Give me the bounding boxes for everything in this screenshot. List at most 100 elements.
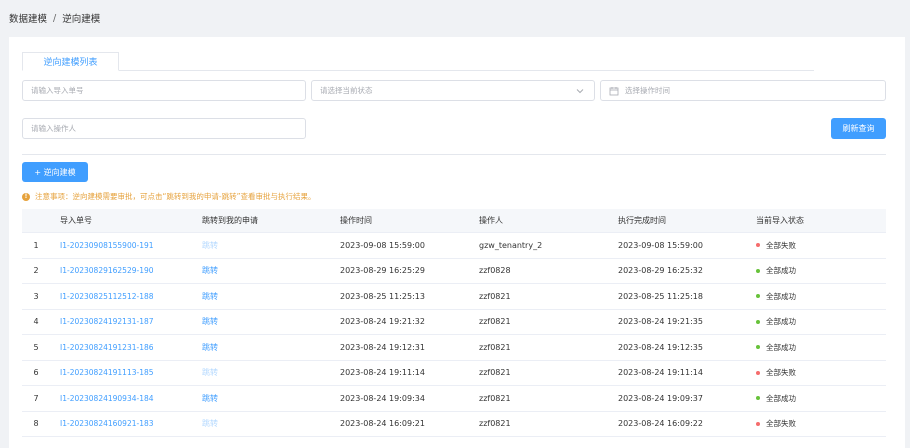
status-dot-icon xyxy=(756,396,760,401)
status-text: 全部成功 xyxy=(766,393,796,403)
row-index: 4 xyxy=(33,317,39,327)
col-jump: 跳转到我的申请 xyxy=(202,216,258,225)
import-no-link[interactable]: I1-20230824192131-187 xyxy=(60,310,154,335)
table-row: 1 I1-20230908155900-191 跳转 2023-09-08 15:59… xyxy=(22,233,886,259)
status-badge: 全部成功 xyxy=(756,259,796,284)
status-badge: 全部成功 xyxy=(756,284,796,309)
jump-link[interactable]: 跳转 xyxy=(202,284,218,309)
operation-time: 2023-08-29 16:25:29 xyxy=(340,266,425,276)
breadcrumb-parent[interactable]: 数据建模 xyxy=(9,11,47,25)
operator: zzf0821 xyxy=(479,342,511,352)
table-row: 2 I1-20230829162529-190 跳转 2023-08-29 16:25… xyxy=(22,259,886,284)
done-time: 2023-08-24 19:09:37 xyxy=(618,393,703,403)
notice-text: 注意事项：逆向建模需要审批，可点击“跳转到我的申请-跳转”查看审批与执行结果。 xyxy=(35,192,316,201)
operation-time: 2023-08-25 11:25:13 xyxy=(340,291,425,301)
operation-time: 2023-08-24 19:12:31 xyxy=(340,342,425,352)
status-badge: 全部成功 xyxy=(756,310,796,335)
table-body: 1 I1-20230908155900-191 跳转 2023-09-08 15:59… xyxy=(22,233,886,437)
status-placeholder: 请选择当前状态 xyxy=(320,86,373,95)
status-text: 全部失败 xyxy=(766,368,796,378)
row-index: 1 xyxy=(33,240,39,250)
status-badge: 全部成功 xyxy=(756,386,796,411)
table-row: 8 I1-20230824160921-183 跳转 2023-08-24 16:09… xyxy=(22,412,886,437)
operator-placeholder: 请输入操作人 xyxy=(31,124,76,133)
col-operation-time: 操作时间 xyxy=(340,216,372,225)
done-time: 2023-08-25 11:25:18 xyxy=(618,291,703,301)
operation-time: 2023-08-24 16:09:21 xyxy=(340,419,425,429)
done-time: 2023-08-24 19:21:35 xyxy=(618,317,703,327)
done-time: 2023-08-29 16:25:32 xyxy=(618,266,703,276)
operator-input[interactable]: 请输入操作人 xyxy=(22,118,306,139)
import-no-placeholder: 请输入导入单号 xyxy=(31,86,84,95)
status-dot-icon xyxy=(756,319,760,324)
import-no-link[interactable]: I1-20230824190934-184 xyxy=(60,386,154,411)
import-no-link[interactable]: I1-20230908155900-191 xyxy=(60,233,154,258)
import-no-input[interactable]: 请输入导入单号 xyxy=(22,80,306,101)
jump-link: 跳转 xyxy=(202,240,218,250)
status-dot-icon xyxy=(756,268,760,273)
jump-link: 跳转 xyxy=(202,419,218,429)
breadcrumb: 数据建模 / 逆向建模 xyxy=(9,11,101,26)
table-row: 3 I1-20230825112512-188 跳转 2023-08-25 11:25… xyxy=(22,284,886,310)
operator: zzf0821 xyxy=(479,419,511,429)
import-no-link[interactable]: I1-20230829162529-190 xyxy=(60,259,154,284)
jump-link[interactable]: 跳转 xyxy=(202,386,218,411)
done-time: 2023-09-08 15:59:00 xyxy=(618,240,703,250)
chevron-down-icon xyxy=(576,89,584,94)
done-time: 2023-08-24 16:09:22 xyxy=(618,419,703,429)
col-status: 当前导入状态 xyxy=(756,216,804,225)
row-index: 7 xyxy=(33,393,39,403)
row-index: 5 xyxy=(33,342,39,352)
operator: zzf0821 xyxy=(479,317,511,327)
operation-time-picker[interactable]: 选择操作时间 xyxy=(600,80,886,101)
tab-reverse-model-list[interactable]: 逆向建模列表 xyxy=(22,52,119,71)
time-placeholder: 选择操作时间 xyxy=(625,86,670,95)
operator: zzf0821 xyxy=(479,291,511,301)
operation-time: 2023-08-24 19:09:34 xyxy=(340,393,425,403)
status-dot-icon xyxy=(756,243,760,248)
operation-time: 2023-08-24 19:21:32 xyxy=(340,317,425,327)
status-badge: 全部失败 xyxy=(756,233,796,258)
operation-time: 2023-08-24 19:11:14 xyxy=(340,368,425,378)
row-index: 2 xyxy=(33,266,39,276)
table-header: 导入单号 跳转到我的申请 操作时间 操作人 执行完成时间 当前导入状态 xyxy=(22,209,886,233)
calendar-icon xyxy=(609,86,619,95)
status-badge: 全部失败 xyxy=(756,412,796,437)
row-index: 3 xyxy=(33,291,39,301)
status-text: 全部失败 xyxy=(766,419,796,429)
status-text: 全部失败 xyxy=(766,240,796,250)
operator: zzf0828 xyxy=(479,266,511,276)
import-table: 导入单号 跳转到我的申请 操作时间 操作人 执行完成时间 当前导入状态 1 I1-… xyxy=(22,209,886,437)
row-index: 6 xyxy=(33,368,39,378)
table-row: 7 I1-20230824190934-184 跳转 2023-08-24 19:09… xyxy=(22,386,886,412)
breadcrumb-current: 逆向建模 xyxy=(62,14,101,25)
operation-time: 2023-09-08 15:59:00 xyxy=(340,240,425,250)
import-no-link[interactable]: I1-20230824191231-186 xyxy=(60,335,154,360)
status-dot-icon xyxy=(756,421,760,426)
jump-link[interactable]: 跳转 xyxy=(202,335,218,360)
status-text: 全部成功 xyxy=(766,317,796,327)
col-import-no: 导入单号 xyxy=(60,216,92,225)
jump-link[interactable]: 跳转 xyxy=(202,310,218,335)
status-text: 全部成功 xyxy=(766,291,796,301)
operator: gzw_tenantry_2 xyxy=(479,240,543,250)
main-card: 逆向建模列表 请输入导入单号 请选择当前状态 选择操作时间 请输入操作人 刷新查… xyxy=(9,37,905,448)
import-no-link[interactable]: I1-20230825112512-188 xyxy=(60,284,154,309)
status-dot-icon xyxy=(756,345,760,350)
done-time: 2023-08-24 19:11:14 xyxy=(618,368,703,378)
status-text: 全部成功 xyxy=(766,266,796,276)
refresh-query-button[interactable]: 刷新查询 xyxy=(831,118,886,139)
jump-link[interactable]: 跳转 xyxy=(202,259,218,284)
add-reverse-model-button[interactable]: + 逆向建模 xyxy=(22,162,88,182)
table-row: 4 I1-20230824192131-187 跳转 2023-08-24 19:21… xyxy=(22,310,886,335)
status-dot-icon xyxy=(756,370,760,375)
status-dot-icon xyxy=(756,294,760,299)
table-row: 6 I1-20230824191113-185 跳转 2023-08-24 19:11… xyxy=(22,361,886,386)
import-no-link[interactable]: I1-20230824160921-183 xyxy=(60,412,154,437)
status-select[interactable]: 请选择当前状态 xyxy=(311,80,595,101)
status-text: 全部成功 xyxy=(766,342,796,352)
warning-circle-icon: ! xyxy=(22,192,30,201)
notice: ! 注意事项：逆向建模需要审批，可点击“跳转到我的申请-跳转”查看审批与执行结果… xyxy=(22,191,315,202)
tab-bar: 逆向建模列表 xyxy=(22,52,814,71)
import-no-link[interactable]: I1-20230824191113-185 xyxy=(60,361,154,386)
